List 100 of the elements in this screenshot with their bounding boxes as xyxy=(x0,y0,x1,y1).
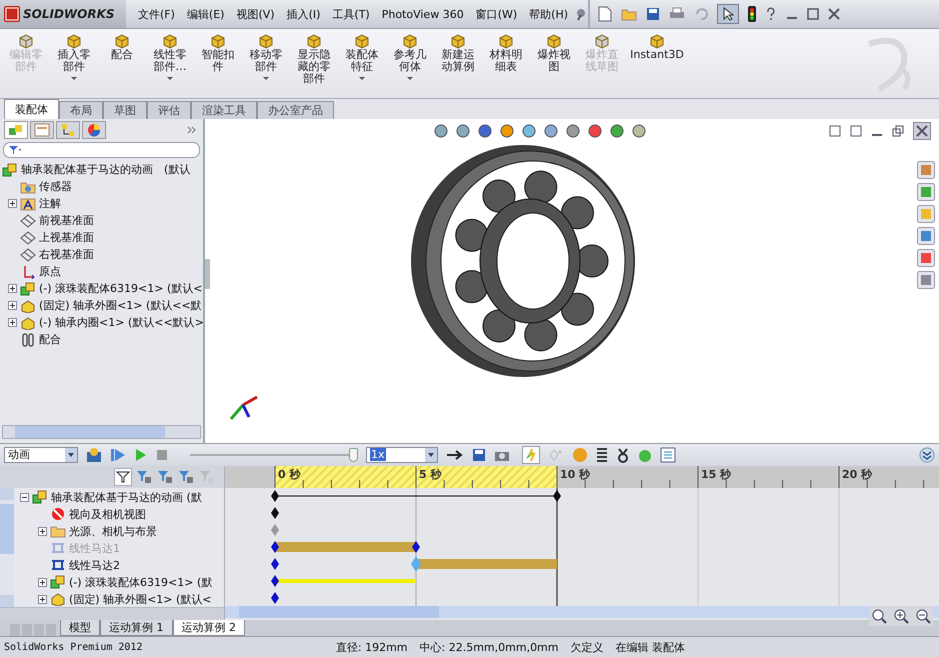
caret-icon[interactable] xyxy=(263,77,269,80)
menu-item[interactable]: 文件(F) xyxy=(132,6,181,22)
tree-item[interactable]: 注解 xyxy=(39,196,61,212)
menu-item[interactable]: 编辑(E) xyxy=(180,6,230,22)
command-button[interactable]: 装配体特征 xyxy=(340,33,384,80)
caret-icon[interactable] xyxy=(407,77,413,80)
maximize-icon[interactable] xyxy=(807,8,820,20)
scrollbar[interactable] xyxy=(0,488,14,607)
select-button[interactable] xyxy=(717,4,740,24)
tree-item[interactable]: 原点 xyxy=(39,264,61,280)
expand-toggle[interactable] xyxy=(38,526,47,536)
cube-icon xyxy=(353,33,371,49)
caret-icon[interactable] xyxy=(359,77,365,80)
tile-icon[interactable] xyxy=(829,125,841,138)
expand-toggle[interactable] xyxy=(8,301,17,310)
menu-item[interactable]: 插入(I) xyxy=(280,6,326,22)
menu-item[interactable]: 帮助(H) xyxy=(523,6,574,22)
menu-item[interactable]: PhotoView 360 xyxy=(376,8,470,20)
menu-item[interactable]: 工具(T) xyxy=(326,6,376,22)
menu-item[interactable]: 窗口(W) xyxy=(470,6,524,22)
tree-item[interactable]: 轴承装配体基于马达的动画 (默 xyxy=(51,490,202,505)
expand-toggle[interactable] xyxy=(8,284,17,294)
command-button[interactable]: Instant3D xyxy=(628,33,686,61)
tree-item[interactable]: 线性马达2 xyxy=(69,558,120,573)
study-tab[interactable]: 运动算例 1 xyxy=(100,620,172,636)
save-icon[interactable] xyxy=(472,448,486,462)
command-button[interactable]: 智能扣件 xyxy=(196,33,240,73)
tile-icon[interactable] xyxy=(850,125,862,138)
study-tab[interactable]: 模型 xyxy=(60,620,100,636)
expand-toggle[interactable] xyxy=(38,578,47,587)
logo-icon[interactable] xyxy=(4,6,20,22)
tree-item[interactable]: (-) 滚珠装配体6319<1> (默 xyxy=(69,574,212,590)
tree-item[interactable]: 右视基准面 xyxy=(39,247,94,262)
command-button[interactable]: 显示隐藏的零部件 xyxy=(292,33,336,85)
tab[interactable]: 布局 xyxy=(59,101,103,120)
cubes-icon xyxy=(8,123,24,138)
collapse-handle[interactable] xyxy=(205,259,210,290)
command-button[interactable]: 爆炸视图 xyxy=(532,33,576,73)
close-icon[interactable] xyxy=(913,122,931,140)
double-chevron-icon[interactable] xyxy=(187,126,197,134)
tree-item[interactable]: (-) 滚珠装配体6319<1> (默认< xyxy=(39,281,202,296)
command-button[interactable]: 参考几何体 xyxy=(388,33,432,80)
contact-icon[interactable] xyxy=(616,446,630,463)
help-icon[interactable] xyxy=(765,7,778,21)
printer-icon[interactable] xyxy=(669,7,686,21)
tree-item[interactable]: 前视基准面 xyxy=(39,213,94,228)
filter-field[interactable] xyxy=(3,142,200,158)
tree-item[interactable]: 配合 xyxy=(39,332,61,348)
results-icon[interactable] xyxy=(660,446,676,463)
tab[interactable]: 办公室产品 xyxy=(257,101,334,120)
zoom-out-icon[interactable] xyxy=(915,608,931,624)
spring-icon[interactable] xyxy=(596,446,608,463)
command-button[interactable]: 配合 xyxy=(100,33,144,61)
tree-item[interactable]: 轴承装配体基于马达的动画 (默认 xyxy=(21,162,190,178)
tree-item[interactable]: 上视基准面 xyxy=(39,230,94,246)
tab[interactable]: 评估 xyxy=(147,101,191,120)
command-button[interactable]: 材料明细表 xyxy=(484,33,528,73)
expand-toggle[interactable] xyxy=(38,594,47,604)
caret-icon[interactable] xyxy=(167,77,173,80)
panel-tab[interactable] xyxy=(56,121,80,140)
zoom-in-icon[interactable] xyxy=(893,608,909,624)
study-tab[interactable]: 运动算例 2 xyxy=(172,620,245,636)
scrollbar[interactable] xyxy=(225,606,939,618)
expand-toggle[interactable] xyxy=(8,318,17,328)
restore-icon[interactable] xyxy=(892,125,904,138)
expand-toggle[interactable] xyxy=(8,199,17,208)
tab[interactable]: 装配体 xyxy=(4,99,59,120)
play-from-start-icon[interactable] xyxy=(110,446,126,463)
command-button[interactable]: 移动零部件 xyxy=(244,33,288,80)
scrollbar[interactable] xyxy=(2,425,201,440)
tree-item[interactable]: 传感器 xyxy=(39,179,72,194)
caret-icon[interactable] xyxy=(71,77,77,80)
menu-item[interactable]: 视图(V) xyxy=(230,6,281,22)
command-button[interactable]: 插入零部件 xyxy=(52,33,96,80)
lightning-key-icon[interactable] xyxy=(522,446,540,464)
tab[interactable]: 渲染工具 xyxy=(191,101,257,120)
expand-toggle[interactable] xyxy=(20,492,29,502)
arrow-right-icon[interactable] xyxy=(446,448,464,461)
new-document-icon[interactable] xyxy=(598,6,612,22)
tree-item[interactable]: (固定) 轴承外圈<1> (默认< xyxy=(69,592,212,607)
tree-item[interactable]: 光源、相机与布景 xyxy=(69,524,157,539)
close-icon[interactable] xyxy=(828,8,840,20)
calculate-icon[interactable] xyxy=(86,446,102,463)
panel-tab[interactable] xyxy=(82,121,106,140)
command-button[interactable]: 新建运动算例 xyxy=(436,33,480,73)
filter-icon[interactable] xyxy=(114,468,132,486)
study-type-dropdown[interactable]: 动画 xyxy=(4,446,78,463)
plane-icon xyxy=(20,214,36,228)
filter-icon xyxy=(8,145,22,156)
tree-item[interactable]: 视向及相机视图 xyxy=(69,506,146,522)
tree-item[interactable]: (固定) 轴承外圈<1> (默认<<默 xyxy=(39,298,202,314)
playback-slider[interactable] xyxy=(190,448,358,462)
tab[interactable]: 草图 xyxy=(103,101,147,120)
slider-thumb[interactable] xyxy=(349,448,358,462)
traffic-light-icon[interactable] xyxy=(748,6,756,22)
command-button[interactable]: 线性零部件… xyxy=(148,33,192,80)
speed-dropdown[interactable]: 1x xyxy=(366,446,438,463)
tree-item[interactable]: (-) 轴承内圈<1> (默认<<默认> xyxy=(39,315,203,330)
save-icon[interactable] xyxy=(646,7,660,21)
collapse-icon[interactable] xyxy=(919,446,935,463)
